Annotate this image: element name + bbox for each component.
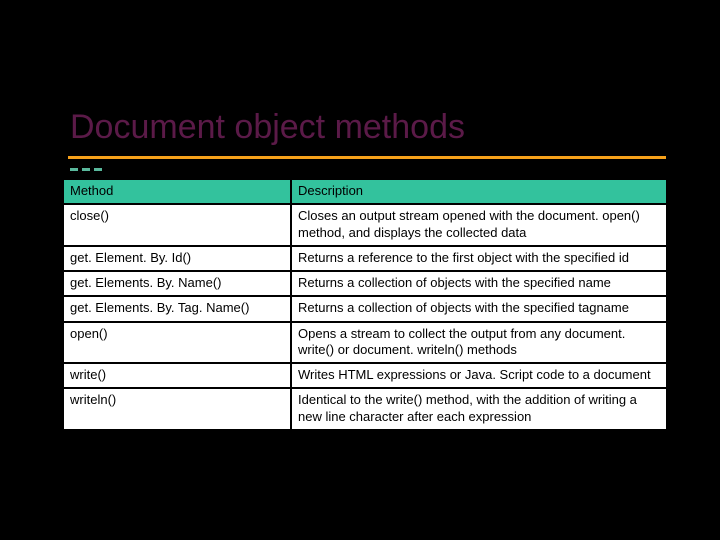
accent-dash-icon bbox=[94, 168, 102, 171]
table-row: get. Element. By. Id() Returns a referen… bbox=[63, 246, 667, 271]
col-header-method: Method bbox=[63, 179, 291, 204]
col-header-description: Description bbox=[291, 179, 667, 204]
cell-method: get. Elements. By. Name() bbox=[63, 271, 291, 296]
slide: Document object methods Method Descripti… bbox=[0, 0, 720, 540]
table-row: close() Closes an output stream opened w… bbox=[63, 204, 667, 246]
cell-method: close() bbox=[63, 204, 291, 246]
table-row: get. Elements. By. Tag. Name() Returns a… bbox=[63, 296, 667, 321]
table-row: get. Elements. By. Name() Returns a coll… bbox=[63, 271, 667, 296]
slide-title: Document object methods bbox=[70, 108, 465, 146]
cell-method: open() bbox=[63, 322, 291, 364]
table-row: open() Opens a stream to collect the out… bbox=[63, 322, 667, 364]
cell-description: Returns a reference to the first object … bbox=[291, 246, 667, 271]
title-underline bbox=[68, 156, 666, 159]
cell-description: Writes HTML expressions or Java. Script … bbox=[291, 363, 667, 388]
cell-description: Identical to the write() method, with th… bbox=[291, 388, 667, 430]
accent-dash-icon bbox=[70, 168, 78, 171]
accent-dash-icon bbox=[82, 168, 90, 171]
table-header-row: Method Description bbox=[63, 179, 667, 204]
cell-method: write() bbox=[63, 363, 291, 388]
cell-method: get. Element. By. Id() bbox=[63, 246, 291, 271]
cell-description: Returns a collection of objects with the… bbox=[291, 271, 667, 296]
cell-description: Opens a stream to collect the output fro… bbox=[291, 322, 667, 364]
cell-method: get. Elements. By. Tag. Name() bbox=[63, 296, 291, 321]
table-row: write() Writes HTML expressions or Java.… bbox=[63, 363, 667, 388]
cell-method: writeln() bbox=[63, 388, 291, 430]
table-row: writeln() Identical to the write() metho… bbox=[63, 388, 667, 430]
cell-description: Closes an output stream opened with the … bbox=[291, 204, 667, 246]
cell-description: Returns a collection of objects with the… bbox=[291, 296, 667, 321]
methods-table: Method Description close() Closes an out… bbox=[62, 178, 668, 431]
